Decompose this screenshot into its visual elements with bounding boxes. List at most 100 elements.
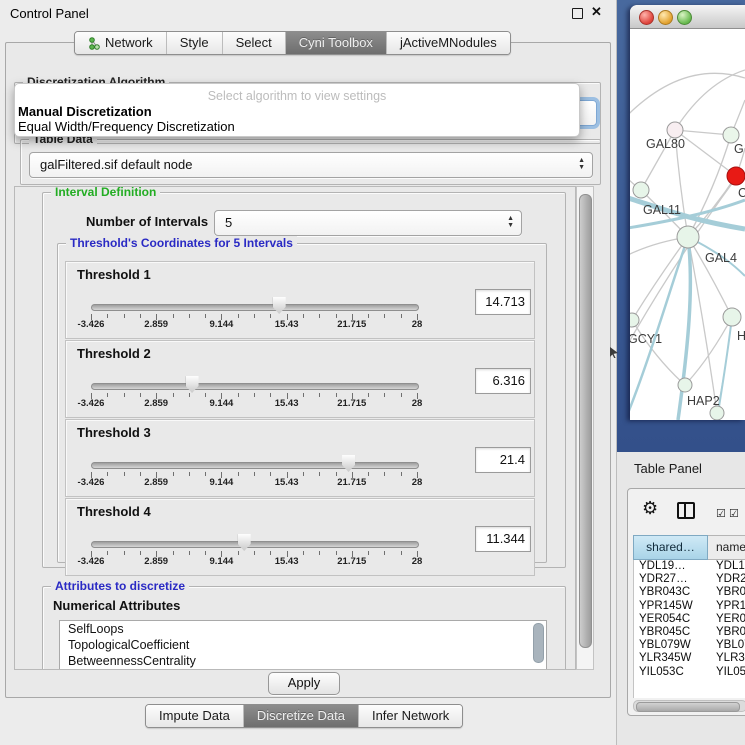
slider-track[interactable] [91, 541, 419, 548]
cell-shared-name[interactable]: YDL19… [634, 560, 709, 573]
threshold-value-field[interactable]: 14.713 [475, 289, 531, 315]
cell-name[interactable]: YBR045C [709, 626, 745, 639]
cell-name[interactable]: YDL19 [709, 560, 745, 573]
threshold-value-field[interactable]: 21.4 [475, 447, 531, 473]
tab-select[interactable]: Select [223, 32, 286, 54]
hscrollbar-thumb[interactable] [636, 702, 740, 712]
network-node[interactable] [710, 406, 724, 420]
settings-scrollbar[interactable] [576, 186, 594, 670]
slider-tick-label: 2.859 [134, 477, 178, 488]
table-hscrollbar[interactable] [633, 700, 745, 712]
attribute-item[interactable]: TopologicalCoefficient [60, 637, 546, 653]
tab-style[interactable]: Style [167, 32, 223, 54]
network-node[interactable] [677, 226, 699, 248]
split-view-icon[interactable] [677, 502, 695, 519]
slider-tick [140, 314, 141, 318]
network-canvas[interactable]: GAL80GCGAL11GAL4GCY1HHAP2 [630, 28, 745, 420]
cell-shared-name[interactable]: YLR345W [634, 652, 709, 665]
attribute-item[interactable]: SelfLoops [60, 621, 546, 637]
tab-label: jActiveMNodules [400, 32, 497, 54]
slider-thumb[interactable] [273, 297, 286, 314]
network-window-titlebar[interactable] [630, 5, 745, 29]
slider-thumb[interactable] [238, 534, 251, 551]
dropdown-option-equal-width[interactable]: Equal Width/Frequency Discretization [18, 119, 235, 134]
cell-name[interactable]: YLR345W [709, 652, 745, 665]
table-row[interactable]: YLR345WYLR345W [634, 652, 745, 665]
tab-jactivemnodules[interactable]: jActiveMNodules [387, 32, 510, 54]
thresholds-group-label: Threshold's Coordinates for 5 Intervals [66, 236, 297, 250]
cell-name[interactable]: YPR145W [709, 600, 745, 613]
tab-impute-data[interactable]: Impute Data [146, 705, 244, 727]
slider-tick [336, 393, 337, 397]
scrollbar-thumb[interactable] [579, 194, 592, 648]
table-row[interactable]: YPR145WYPR145W [634, 600, 745, 613]
table-row[interactable]: YBL079WYBL079W [634, 639, 745, 652]
checkbox-icon[interactable]: ☑ [729, 507, 738, 520]
table-row[interactable]: YER054CYER054C [634, 613, 745, 626]
numerical-attributes-list[interactable]: SelfLoopsTopologicalCoefficientBetweenne… [59, 620, 547, 670]
zoom-traffic-light-icon[interactable] [677, 10, 692, 25]
network-node[interactable] [723, 127, 739, 143]
tab-label: Network [105, 32, 153, 54]
table-row[interactable]: YIL053CYIL053C [634, 666, 745, 679]
cell-shared-name[interactable]: YBL079W [634, 639, 709, 652]
cell-name[interactable]: YBL079W [709, 639, 745, 652]
float-window-icon[interactable] [572, 8, 583, 19]
attribute-item[interactable]: BetweennessCentrality [60, 653, 546, 669]
num-intervals-combobox[interactable]: 5 ▲▼ [214, 210, 522, 236]
network-node[interactable] [723, 308, 741, 326]
slider-track[interactable] [91, 383, 419, 390]
threshold-value-field[interactable]: 11.344 [475, 526, 531, 552]
slider-thumb[interactable] [186, 376, 199, 393]
column-header-shared-name[interactable]: shared… [633, 535, 708, 560]
list-scrollbar[interactable] [533, 623, 544, 663]
table-data-combobox[interactable]: galFiltered.sif default node ▲▼ [29, 152, 593, 178]
tab-infer-network[interactable]: Infer Network [359, 705, 462, 727]
slider-track[interactable] [91, 462, 419, 469]
slider-tick [401, 393, 402, 397]
num-intervals-value: 5 [225, 211, 232, 235]
close-icon[interactable]: ✕ [591, 4, 602, 20]
slider-track[interactable] [91, 304, 419, 311]
checkbox-icon[interactable]: ☑ [716, 507, 725, 520]
network-node[interactable] [667, 122, 683, 138]
table-row[interactable]: YBR045CYBR045C [634, 626, 745, 639]
table-data-value: galFiltered.sif default node [40, 153, 192, 177]
close-traffic-light-icon[interactable] [639, 10, 654, 25]
column-header-name[interactable]: name [708, 535, 745, 560]
table-row[interactable]: YDR27…YDR27 [634, 573, 745, 586]
tab-cyni-toolbox[interactable]: Cyni Toolbox [286, 32, 387, 54]
cell-name[interactable]: YER054C [709, 613, 745, 626]
network-node[interactable] [727, 167, 745, 185]
cell-name[interactable]: YBR043C [709, 586, 745, 599]
cell-name[interactable]: YIL053C [709, 666, 745, 679]
network-edge-highlighted[interactable] [718, 317, 732, 413]
cell-name[interactable]: YDR27 [709, 573, 745, 586]
cell-shared-name[interactable]: YPR145W [634, 600, 709, 613]
cell-shared-name[interactable]: YBR043C [634, 586, 709, 599]
apply-button[interactable]: Apply [268, 672, 340, 695]
cell-shared-name[interactable]: YDR27… [634, 573, 709, 586]
tab-network[interactable]: Network [75, 32, 167, 54]
network-edge[interactable] [675, 70, 745, 130]
table-row[interactable]: YBR043CYBR043C [634, 586, 745, 599]
table-row[interactable]: YDL19…YDL19 [634, 560, 745, 573]
slider-tick [173, 393, 174, 397]
threshold-value-field[interactable]: 6.316 [475, 368, 531, 394]
minimize-traffic-light-icon[interactable] [658, 10, 673, 25]
cell-shared-name[interactable]: YBR045C [634, 626, 709, 639]
slider-thumb[interactable] [342, 455, 355, 472]
network-edge[interactable] [630, 73, 745, 123]
dropdown-option-manual[interactable]: Manual Discretization [18, 104, 152, 119]
network-node[interactable] [678, 378, 692, 392]
cell-shared-name[interactable]: YIL053C [634, 666, 709, 679]
cell-shared-name[interactable]: YER054C [634, 613, 709, 626]
node-attribute-table: shared… name YDL19…YDL19YDR27…YDR27YBR04… [633, 535, 745, 698]
slider-tick-label: 15.43 [265, 398, 309, 409]
tab-discretize-data[interactable]: Discretize Data [244, 705, 359, 727]
gear-icon[interactable]: ⚙ [642, 499, 658, 517]
slider-tick [189, 314, 190, 318]
network-node[interactable] [633, 182, 649, 198]
network-node[interactable] [630, 313, 639, 327]
slider-tick [173, 472, 174, 476]
